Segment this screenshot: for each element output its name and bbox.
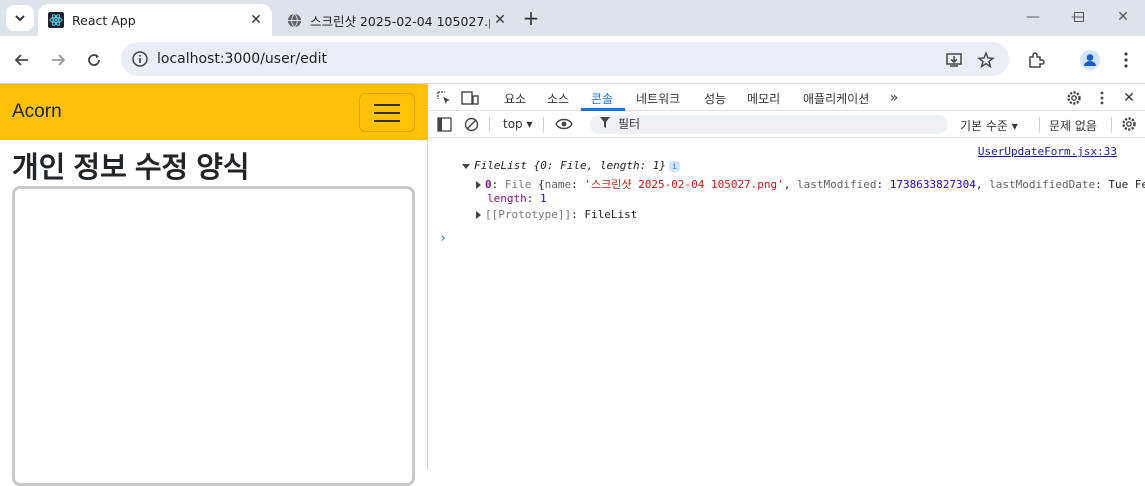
collapsed-triangle-icon[interactable] xyxy=(476,211,481,219)
entry-index: 0 xyxy=(485,178,492,191)
tab-sources[interactable]: 소스 xyxy=(547,90,569,107)
console-output: UserUpdateForm.jsx:33 FileList {0: File,… xyxy=(429,139,1145,470)
tab-performance[interactable]: 성능 xyxy=(704,90,726,107)
navbar-brand[interactable]: Acorn xyxy=(12,101,62,123)
devtools-tab-bar: 요소 소스 콘솔 네트워크 성능 메모리 애플리케이션 » ✕ xyxy=(429,84,1145,111)
context-label: top xyxy=(503,117,523,131)
globe-icon xyxy=(286,12,302,28)
tab-application[interactable]: 애플리케이션 xyxy=(803,90,869,107)
devtools-menu-icon[interactable] xyxy=(1092,88,1112,108)
hamburger-line xyxy=(374,120,400,122)
tab-console[interactable]: 콘솔 xyxy=(591,90,613,107)
console-settings-gear-icon[interactable] xyxy=(1119,114,1139,134)
prop-key: lastModified xyxy=(797,178,877,191)
tab-elements[interactable]: 요소 xyxy=(504,90,526,107)
prop-value: 1 xyxy=(540,192,547,205)
prop-key: length xyxy=(487,192,527,205)
inspect-element-icon[interactable] xyxy=(434,88,454,108)
prop-value: Tue Feb 04 xyxy=(1108,178,1145,191)
browser-toolbar: localhost:3000/user/edit xyxy=(0,36,1145,84)
prop-value: '스크린샷 2025-02-04 105027.png' xyxy=(584,178,784,191)
close-tab-icon[interactable]: ✕ xyxy=(246,10,266,30)
extensions-icon[interactable] xyxy=(1022,46,1050,74)
back-arrow-icon[interactable] xyxy=(8,46,36,74)
entry-type: File xyxy=(504,178,532,191)
tab-memory[interactable]: 메모리 xyxy=(747,90,780,107)
filter-placeholder: 필터 xyxy=(618,117,641,131)
divider xyxy=(1039,117,1040,133)
log-summary: FileList {0: File, length: 1} xyxy=(474,159,667,172)
settings-gear-icon[interactable] xyxy=(1064,88,1084,108)
maximize-window-icon[interactable] xyxy=(1055,0,1103,34)
app-navbar: Acorn xyxy=(0,84,428,140)
prototype-row[interactable]: [[Prototype]]: FileList xyxy=(476,208,637,221)
length-row: length: 1 xyxy=(487,192,547,205)
chevron-down-icon xyxy=(15,15,25,22)
console-filter-input[interactable]: 필터 xyxy=(590,115,948,134)
close-tab-icon[interactable]: ✕ xyxy=(490,10,510,30)
divider xyxy=(489,117,490,133)
console-toolbar: top ▾ 필터 기본 수준 ▾ 문제 없음 xyxy=(429,111,1145,138)
divider xyxy=(543,117,544,133)
prop-key: name xyxy=(544,178,572,191)
tab-strip: React App ✕ 스크린샷 2025-02-04 105027.p ✕ +… xyxy=(0,0,1145,36)
log-level-label: 기본 수준 xyxy=(960,119,1008,133)
filter-funnel-icon xyxy=(600,115,610,134)
sidebar-toggle-icon[interactable] xyxy=(434,114,454,134)
log-level-dropdown[interactable]: 기본 수준 ▾ xyxy=(960,117,1018,134)
reload-icon[interactable] xyxy=(80,46,108,74)
profile-avatar-icon[interactable] xyxy=(1076,46,1104,74)
device-toolbar-icon[interactable] xyxy=(460,88,480,108)
hamburger-line xyxy=(374,112,400,114)
tab-title: React App xyxy=(72,12,136,28)
issues-counter[interactable]: 문제 없음 xyxy=(1049,117,1097,134)
expand-triangle-icon[interactable] xyxy=(462,163,470,169)
more-tabs-icon[interactable]: » xyxy=(884,88,904,108)
site-info-icon[interactable] xyxy=(131,50,149,68)
context-selector[interactable]: top ▾ xyxy=(503,117,533,131)
minimize-window-icon[interactable]: — xyxy=(1009,0,1057,34)
clear-console-icon[interactable] xyxy=(461,114,481,134)
browser-tab[interactable]: 스크린샷 2025-02-04 105027.p ✕ xyxy=(276,4,516,36)
prop-value: FileList xyxy=(584,208,638,221)
log-summary-row[interactable]: FileList {0: File, length: 1} i xyxy=(462,159,681,172)
profile-image-box[interactable] xyxy=(12,186,415,486)
url-text: localhost:3000/user/edit xyxy=(157,51,328,67)
navbar-toggler-button[interactable] xyxy=(359,93,415,132)
tab-title: 스크린샷 2025-02-04 105027.p xyxy=(310,13,490,29)
more-menu-icon[interactable] xyxy=(1112,46,1140,74)
devtools-panel: 요소 소스 콘솔 네트워크 성능 메모리 애플리케이션 » ✕ top ▾ 필터… xyxy=(429,84,1145,470)
console-prompt-icon[interactable]: › xyxy=(439,231,447,246)
divider xyxy=(1111,117,1112,133)
forward-arrow-icon[interactable] xyxy=(44,46,72,74)
info-icon: i xyxy=(669,160,681,172)
page-viewport: Acorn 개인 정보 수정 양식 xyxy=(0,84,428,486)
new-tab-icon[interactable]: + xyxy=(519,6,543,30)
close-window-icon[interactable]: ✕ xyxy=(1099,0,1145,34)
hamburger-line xyxy=(374,104,400,106)
address-bar[interactable]: localhost:3000/user/edit xyxy=(121,42,1009,76)
bookmark-star-icon[interactable] xyxy=(975,49,997,71)
prop-key: [[Prototype]] xyxy=(485,208,572,221)
prop-key: lastModifiedDate xyxy=(989,178,1096,191)
live-expression-eye-icon[interactable] xyxy=(554,114,574,134)
install-app-icon[interactable] xyxy=(943,49,965,71)
tab-network[interactable]: 네트워크 xyxy=(636,90,680,107)
log-entry-row[interactable]: 0: File {name: '스크린샷 2025-02-04 105027.p… xyxy=(476,176,1145,192)
source-link[interactable]: UserUpdateForm.jsx:33 xyxy=(978,145,1117,158)
browser-tab-active[interactable]: React App ✕ xyxy=(38,4,272,36)
tab-search-button[interactable] xyxy=(6,5,34,31)
prop-value: 1738633827304 xyxy=(889,178,976,191)
close-devtools-icon[interactable]: ✕ xyxy=(1119,88,1139,108)
collapsed-triangle-icon[interactable] xyxy=(476,181,481,189)
react-icon xyxy=(48,12,64,28)
page-title: 개인 정보 수정 양식 xyxy=(12,152,250,184)
